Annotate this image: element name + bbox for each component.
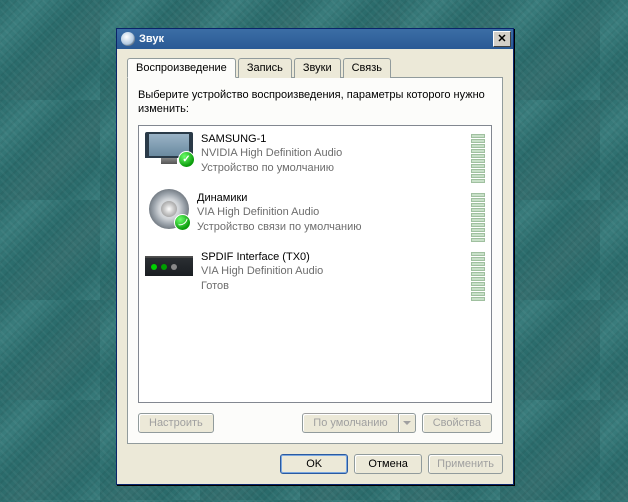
tab-panel-playback: Выберите устройство воспроизведения, пар… — [127, 77, 503, 444]
device-status: Устройство по умолчанию — [201, 161, 465, 176]
set-default-button[interactable]: По умолчанию — [302, 413, 398, 433]
device-text: Динамики VIA High Definition Audio Устро… — [197, 191, 465, 236]
tab-strip: Воспроизведение Запись Звуки Связь — [127, 57, 503, 77]
device-text: SAMSUNG-1 NVIDIA High Definition Audio У… — [201, 132, 465, 177]
device-driver: VIA High Definition Audio — [197, 205, 465, 220]
device-text: SPDIF Interface (TX0) VIA High Definitio… — [201, 250, 465, 295]
spdif-icon — [145, 250, 193, 284]
tab-recording[interactable]: Запись — [238, 58, 292, 78]
device-driver: NVIDIA High Definition Audio — [201, 146, 465, 161]
device-status: Устройство связи по умолчанию — [197, 220, 465, 235]
ok-button[interactable]: OK — [280, 454, 348, 474]
titlebar[interactable]: Звук ✕ — [117, 29, 513, 49]
device-item[interactable]: ✓ SAMSUNG-1 NVIDIA High Definition Audio… — [139, 128, 491, 187]
configure-button[interactable]: Настроить — [138, 413, 214, 433]
set-default-dropdown[interactable] — [399, 413, 416, 433]
device-item[interactable]: SPDIF Interface (TX0) VIA High Definitio… — [139, 246, 491, 305]
apply-button[interactable]: Применить — [428, 454, 503, 474]
set-default-split-button[interactable]: По умолчанию — [302, 413, 415, 433]
level-meter — [471, 252, 485, 301]
sound-dialog: Звук ✕ Воспроизведение Запись Звуки Связ… — [116, 28, 514, 485]
properties-button[interactable]: Свойства — [422, 413, 492, 433]
dialog-button-row: OK Отмена Применить — [127, 454, 503, 474]
close-button[interactable]: ✕ — [493, 31, 511, 47]
level-meter — [471, 193, 485, 242]
device-driver: VIA High Definition Audio — [201, 264, 465, 279]
device-name: SAMSUNG-1 — [201, 132, 465, 147]
device-item[interactable]: Динамики VIA High Definition Audio Устро… — [139, 187, 491, 246]
instruction-text: Выберите устройство воспроизведения, пар… — [138, 88, 492, 117]
speaker-icon — [149, 189, 189, 229]
default-comm-badge-icon — [174, 214, 191, 231]
tab-communications[interactable]: Связь — [343, 58, 391, 78]
device-name: Динамики — [197, 191, 465, 206]
client-area: Воспроизведение Запись Звуки Связь Выбер… — [117, 49, 513, 484]
default-check-badge-icon: ✓ — [178, 151, 195, 168]
tab-playback[interactable]: Воспроизведение — [127, 58, 236, 78]
tab-sounds[interactable]: Звуки — [294, 58, 341, 78]
level-meter — [471, 134, 485, 183]
monitor-icon: ✓ — [145, 132, 193, 166]
device-name: SPDIF Interface (TX0) — [201, 250, 465, 265]
device-status: Готов — [201, 279, 465, 294]
panel-button-row: Настроить По умолчанию Свойства — [138, 413, 492, 433]
sound-icon — [121, 32, 135, 46]
cancel-button[interactable]: Отмена — [354, 454, 422, 474]
window-title: Звук — [139, 33, 493, 45]
device-list[interactable]: ✓ SAMSUNG-1 NVIDIA High Definition Audio… — [138, 125, 492, 403]
